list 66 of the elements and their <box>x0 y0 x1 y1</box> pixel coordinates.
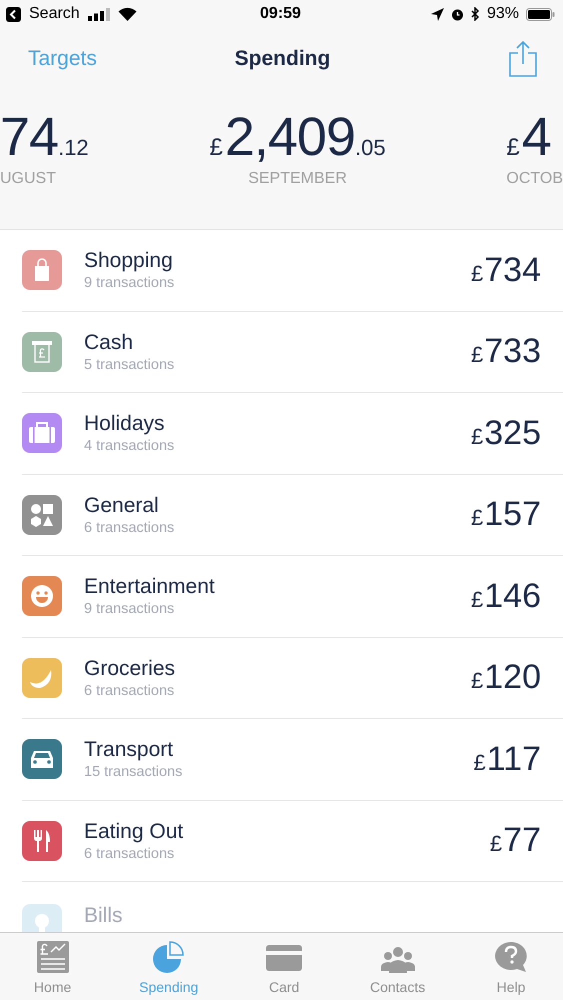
currency-symbol: £ <box>209 134 223 162</box>
category-row[interactable]: General 6 transactions £157 <box>22 474 563 556</box>
month-label: SEPTEMBER <box>248 170 347 188</box>
month-total: 4 <box>522 106 551 168</box>
currency-symbol: £ <box>471 424 484 450</box>
category-amount: 146 <box>484 576 541 616</box>
signal-icon <box>88 8 110 20</box>
help-icon <box>493 941 530 973</box>
month-total: 2,409 <box>224 106 355 168</box>
statement-icon <box>34 941 71 973</box>
alarm-icon <box>450 8 464 20</box>
pie-chart-icon <box>150 941 187 973</box>
currency-symbol: £ <box>471 260 484 287</box>
battery-percent: 93% <box>486 5 519 23</box>
category-name: Transport <box>84 738 174 762</box>
currency-symbol: £ <box>506 134 520 162</box>
category-amount: 117 <box>486 740 541 779</box>
month-label: OCTOB <box>506 170 563 188</box>
category-name: General <box>84 494 160 518</box>
month-label: UGUST <box>0 170 56 188</box>
currency-symbol: £ <box>471 668 484 694</box>
month-total: 74 <box>0 106 58 168</box>
category-amount: 120 <box>484 658 541 698</box>
category-row[interactable]: Entertainment 9 transactions £146 <box>22 556 563 638</box>
category-row[interactable]: Transport 15 transactions £117 <box>22 719 563 800</box>
transaction-count: 15 transactions <box>84 764 184 780</box>
category-row[interactable]: Shopping 9 transactions £734 <box>22 230 563 312</box>
category-name: Holidays <box>84 412 166 436</box>
category-amount: 77 <box>503 821 541 860</box>
category-row[interactable]: Eating Out 6 transactions £77 <box>22 800 563 882</box>
category-name: Entertainment <box>84 575 216 600</box>
transaction-count: 6 transactions <box>84 520 176 536</box>
transaction-count: 9 transactions <box>84 275 176 292</box>
wifi-icon <box>118 7 137 21</box>
category-name: Eating Out <box>84 820 184 844</box>
currency-symbol: £ <box>471 342 484 368</box>
location-icon <box>430 8 444 20</box>
transaction-count: 4 transactions <box>84 438 176 454</box>
category-name: Shopping <box>84 249 174 274</box>
transaction-count: 9 transactions <box>84 601 176 618</box>
category-row[interactable]: Groceries 6 transactions £120 <box>22 638 563 719</box>
transaction-count: 6 transactions <box>84 682 176 699</box>
page-title: Spending <box>234 47 330 71</box>
month-pence: .05 <box>354 135 386 161</box>
back-app-label[interactable]: Search <box>29 5 80 23</box>
currency-symbol: £ <box>471 586 484 613</box>
back-icon[interactable] <box>6 6 21 22</box>
category-amount: 734 <box>484 250 541 290</box>
category-amount: 157 <box>484 495 541 534</box>
currency-symbol: £ <box>474 750 486 776</box>
category-amount: 733 <box>484 332 541 372</box>
category-name: Bills <box>84 904 124 928</box>
category-name: Groceries <box>84 656 176 681</box>
battery-icon <box>526 8 555 20</box>
category-row[interactable]: Cash 5 transactions £733 <box>22 312 563 393</box>
transaction-count: 5 transactions <box>84 356 176 373</box>
currency-symbol: £ <box>471 505 484 532</box>
month-pence: .12 <box>58 135 89 161</box>
category-amount: 325 <box>484 414 541 453</box>
transaction-count: 6 transactions <box>84 846 176 862</box>
bluetooth-icon <box>470 7 480 21</box>
category-name: Cash <box>84 330 134 355</box>
currency-symbol: £ <box>490 831 502 858</box>
category-row[interactable]: Holidays 4 transactions £325 <box>22 393 563 474</box>
share-icon[interactable] <box>508 41 537 77</box>
clock: 09:59 <box>260 5 301 23</box>
